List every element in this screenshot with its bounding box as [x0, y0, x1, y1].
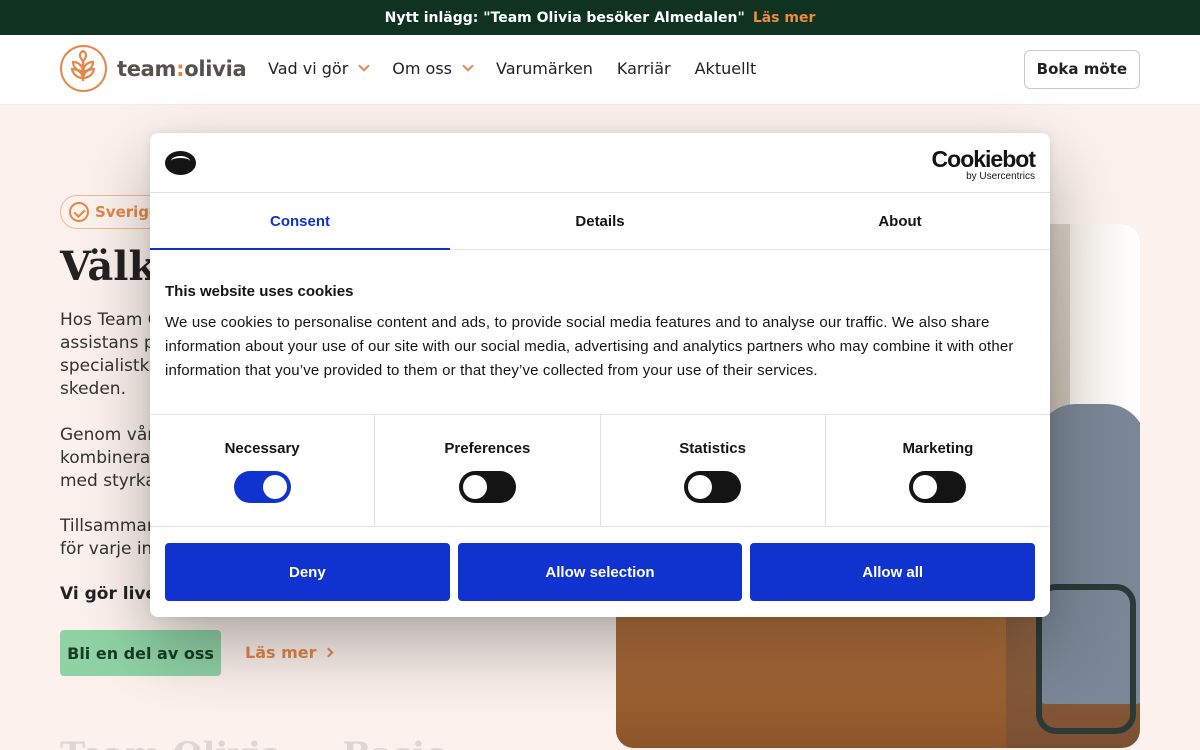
consent-preferences: Necessary Preferences Statistics Marketi…: [150, 414, 1050, 527]
dialog-tabs: Consent Details About: [150, 193, 1050, 250]
dialog-body: We use cookies to personalise content an…: [165, 314, 1014, 379]
tab-consent[interactable]: Consent: [150, 193, 450, 250]
tab-about[interactable]: About: [750, 193, 1050, 249]
necessary-toggle[interactable]: [233, 471, 291, 503]
toggle-knob: [688, 475, 713, 499]
brand-name: Cookiebot: [931, 146, 1036, 172]
pref-label: Necessary: [224, 440, 300, 457]
pref-preferences: Preferences: [375, 415, 601, 526]
statistics-toggle[interactable]: [684, 471, 742, 503]
cookiebot-brand[interactable]: Cookiebot by Usercentrics: [931, 146, 1036, 182]
toggle-knob: [262, 475, 287, 499]
pref-statistics: Statistics: [601, 415, 826, 526]
pref-label: Marketing: [902, 440, 974, 457]
toggle-knob: [913, 475, 938, 499]
allow-all-button[interactable]: Allow all: [750, 543, 1036, 601]
dialog-buttons: Deny Allow selection Allow all: [165, 543, 1036, 601]
cookie-logo-icon: [165, 151, 196, 175]
dialog-heading: This website uses cookies: [165, 283, 354, 300]
deny-button[interactable]: Deny: [165, 543, 450, 601]
pref-label: Statistics: [679, 440, 746, 457]
toggle-knob: [462, 475, 487, 499]
allow-selection-button[interactable]: Allow selection: [457, 543, 743, 601]
marketing-toggle[interactable]: [909, 471, 967, 503]
dialog-header: Cookiebot by Usercentrics: [150, 133, 1050, 193]
pref-necessary: Necessary: [150, 415, 376, 526]
brand-sub: by Usercentrics: [966, 171, 1035, 182]
preferences-toggle[interactable]: [458, 471, 516, 503]
cookie-consent-dialog: Cookiebot by Usercentrics Consent Detail…: [150, 133, 1050, 617]
tab-details[interactable]: Details: [450, 193, 750, 249]
pref-label: Preferences: [444, 440, 531, 457]
pref-marketing: Marketing: [826, 415, 1050, 526]
